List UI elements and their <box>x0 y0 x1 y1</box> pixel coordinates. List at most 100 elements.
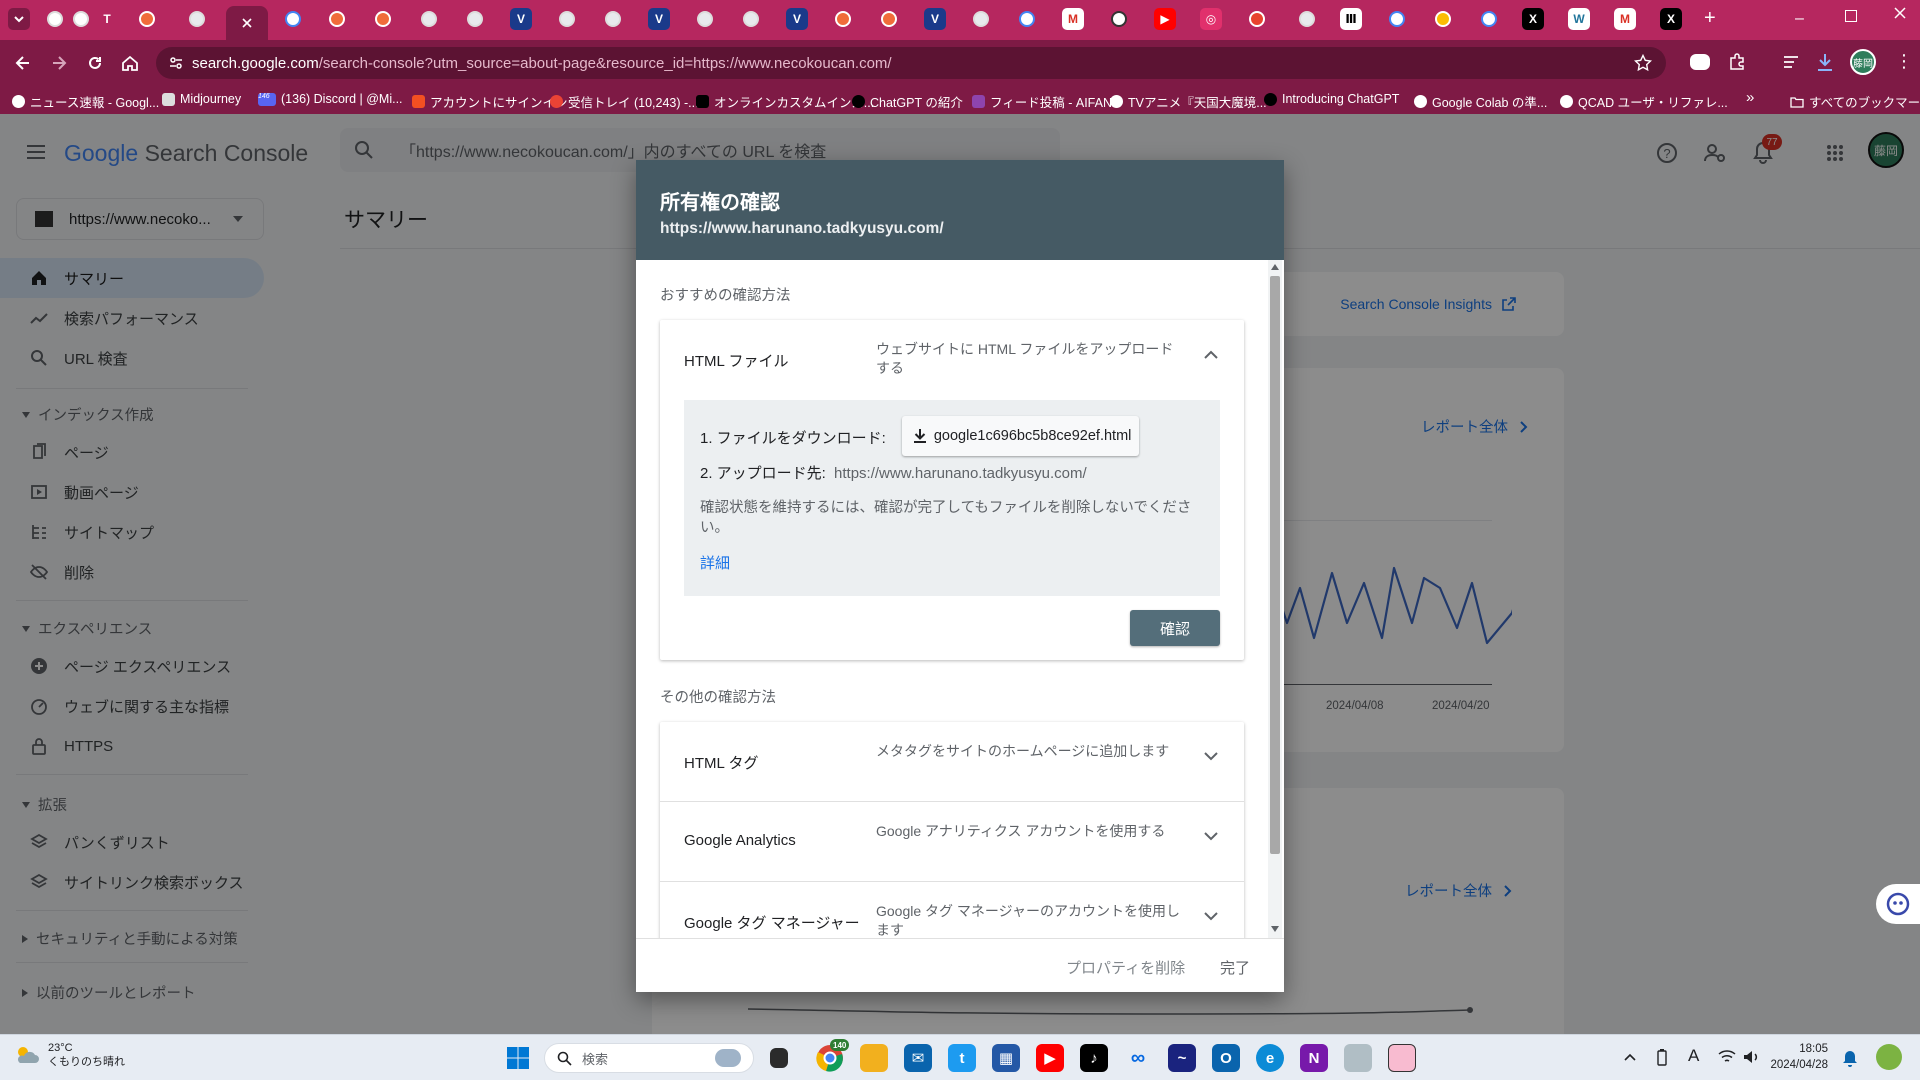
file-explorer-icon[interactable] <box>860 1044 888 1072</box>
bookmark[interactable]: ChatGPT の紹介 <box>852 92 963 111</box>
stocks-icon[interactable]: ~ <box>1168 1044 1196 1072</box>
tools-icon[interactable] <box>1344 1044 1372 1072</box>
chevron-up-icon[interactable] <box>1624 1053 1636 1061</box>
notification-bell-icon[interactable] <box>1842 1049 1858 1067</box>
tab-favicon[interactable] <box>44 8 66 30</box>
details-link[interactable]: 詳細 <box>700 552 730 573</box>
back-icon[interactable] <box>14 54 32 72</box>
clock[interactable]: 18:05 2024/04/28 <box>1770 1041 1828 1073</box>
download-icon[interactable] <box>1816 52 1834 72</box>
bookmark[interactable]: フィード投稿 - AIFAN <box>972 92 1112 111</box>
tab-favicon[interactable]: X <box>1660 8 1682 30</box>
bookmark[interactable]: アカウントにサインイン <box>412 92 568 111</box>
chevron-down-icon[interactable] <box>1204 912 1218 921</box>
onenote-icon[interactable]: N <box>1300 1044 1328 1072</box>
tab-favicon[interactable] <box>1108 8 1130 30</box>
tab-favicon[interactable]: V <box>648 8 670 30</box>
tab-favicon[interactable] <box>970 8 992 30</box>
copilot-icon[interactable] <box>1876 1044 1902 1070</box>
tab-favicon[interactable] <box>740 8 762 30</box>
menu-icon[interactable]: ⋮ <box>1895 52 1913 70</box>
tab-favicon[interactable]: V <box>786 8 808 30</box>
reading-list-icon[interactable] <box>1782 53 1800 71</box>
scroll-up-icon[interactable] <box>1271 264 1279 270</box>
scroll-down-icon[interactable] <box>1271 926 1279 932</box>
active-tab[interactable] <box>226 6 268 40</box>
chevron-down-icon[interactable] <box>1204 832 1218 841</box>
forward-icon[interactable] <box>50 54 68 72</box>
tab-favicon[interactable] <box>418 8 440 30</box>
tab-favicon[interactable] <box>326 8 348 30</box>
tab-favicon[interactable] <box>1432 8 1454 30</box>
extension-icon[interactable] <box>1690 54 1710 70</box>
tab-favicon[interactable]: M <box>1614 8 1636 30</box>
taskbar-search[interactable]: 検索 <box>544 1043 754 1073</box>
store-icon[interactable]: ▦ <box>992 1044 1020 1072</box>
bookmarks-overflow[interactable]: » <box>1746 89 1754 106</box>
tab-favicon[interactable] <box>136 8 158 30</box>
tab-favicon[interactable] <box>832 8 854 30</box>
tab-favicon[interactable] <box>186 8 208 30</box>
dialog-scrollbar[interactable] <box>1268 260 1282 938</box>
bookmark[interactable]: TVアニメ『天国大魔境... <box>1110 92 1267 111</box>
tab-favicon[interactable] <box>1386 8 1408 30</box>
tab-favicon[interactable] <box>1296 8 1318 30</box>
bookmark[interactable]: 146 (136) Discord | @Mi... <box>258 92 403 106</box>
mail-icon[interactable]: ✉ <box>904 1044 932 1072</box>
method-html-tag[interactable]: HTML タグ メタタグをサイトのホームページに追加します <box>660 722 1244 802</box>
new-tab-button[interactable]: + <box>1704 7 1716 30</box>
chevron-up-icon[interactable] <box>1204 350 1218 359</box>
start-button[interactable] <box>506 1046 530 1070</box>
bookmark[interactable]: 受信トレイ (10,243) -... <box>550 92 699 111</box>
tab-favicon[interactable]: M <box>1062 8 1084 30</box>
tab-favicon[interactable]: ◎ <box>1200 8 1222 30</box>
tiktok-icon[interactable]: ♪ <box>1080 1044 1108 1072</box>
tab-favicon[interactable]: X <box>1522 8 1544 30</box>
window-close-button[interactable] <box>1893 6 1907 20</box>
volume-icon[interactable] <box>1742 1049 1760 1065</box>
done-button[interactable]: 完了 <box>1220 957 1250 978</box>
tab-favicon[interactable] <box>878 8 900 30</box>
tab-favicon[interactable]: V <box>924 8 946 30</box>
restore-button[interactable] <box>1845 10 1857 22</box>
bookmark[interactable]: ニュース速報 - Googl... <box>12 92 159 111</box>
tab-favicon[interactable]: ▶ <box>1154 8 1176 30</box>
bookmark[interactable]: QCAD ユーザ・リファレ... <box>1560 92 1728 111</box>
bookmark[interactable]: オンラインカスタムインス... <box>696 92 874 111</box>
tab-list-button[interactable] <box>8 8 30 30</box>
profile-avatar[interactable]: 藤岡 <box>1850 49 1876 75</box>
method-tag-manager[interactable]: Google タグ マネージャー Google タグ マネージャーのアカウントを… <box>660 882 1244 938</box>
tab-favicon[interactable] <box>372 8 394 30</box>
outlook-icon[interactable]: O <box>1212 1044 1240 1072</box>
chevron-down-icon[interactable] <box>1204 752 1218 761</box>
tab-favicon[interactable]: T <box>96 8 118 30</box>
youtube-icon[interactable]: ▶ <box>1036 1044 1064 1072</box>
star-icon[interactable] <box>1634 54 1652 72</box>
all-bookmarks[interactable]: すべてのブックマーク <box>1790 92 1920 111</box>
bookmark[interactable]: Introducing ChatGPT <box>1264 92 1399 106</box>
close-icon[interactable] <box>242 18 252 28</box>
weather-widget[interactable]: 23°C くもりのち晴れ <box>14 1041 125 1069</box>
notepad-icon[interactable] <box>1388 1044 1416 1072</box>
twitter-icon[interactable]: t <box>948 1044 976 1072</box>
meta-icon[interactable]: ∞ <box>1124 1044 1152 1072</box>
tab-favicon[interactable] <box>1246 8 1268 30</box>
verify-button[interactable]: 確認 <box>1130 610 1220 646</box>
chrome-taskbar-icon[interactable]: 140 <box>816 1039 850 1072</box>
tab-favicon[interactable] <box>1016 8 1038 30</box>
tab-favicon[interactable] <box>602 8 624 30</box>
download-file-button[interactable]: google1c696bc5b8ce92ef.html <box>901 416 1140 456</box>
battery-icon[interactable] <box>1654 1048 1670 1066</box>
scroll-thumb[interactable] <box>1270 276 1280 854</box>
minimize-button[interactable]: – <box>1795 10 1804 28</box>
ime-icon[interactable]: A <box>1688 1046 1699 1066</box>
tab-favicon[interactable]: Ⅲ <box>1340 8 1362 30</box>
task-view-icon[interactable] <box>770 1048 788 1068</box>
tab-favicon[interactable] <box>694 8 716 30</box>
bookmark[interactable]: Google Colab の準... <box>1414 92 1547 111</box>
tab-favicon[interactable]: V <box>510 8 532 30</box>
assistant-widget[interactable] <box>1876 884 1920 924</box>
address-bar[interactable]: search.google.com/search-console?utm_sou… <box>156 47 1666 79</box>
bookmark[interactable]: Midjourney <box>162 92 241 106</box>
remove-property-button[interactable]: プロパティを削除 <box>1066 957 1185 978</box>
